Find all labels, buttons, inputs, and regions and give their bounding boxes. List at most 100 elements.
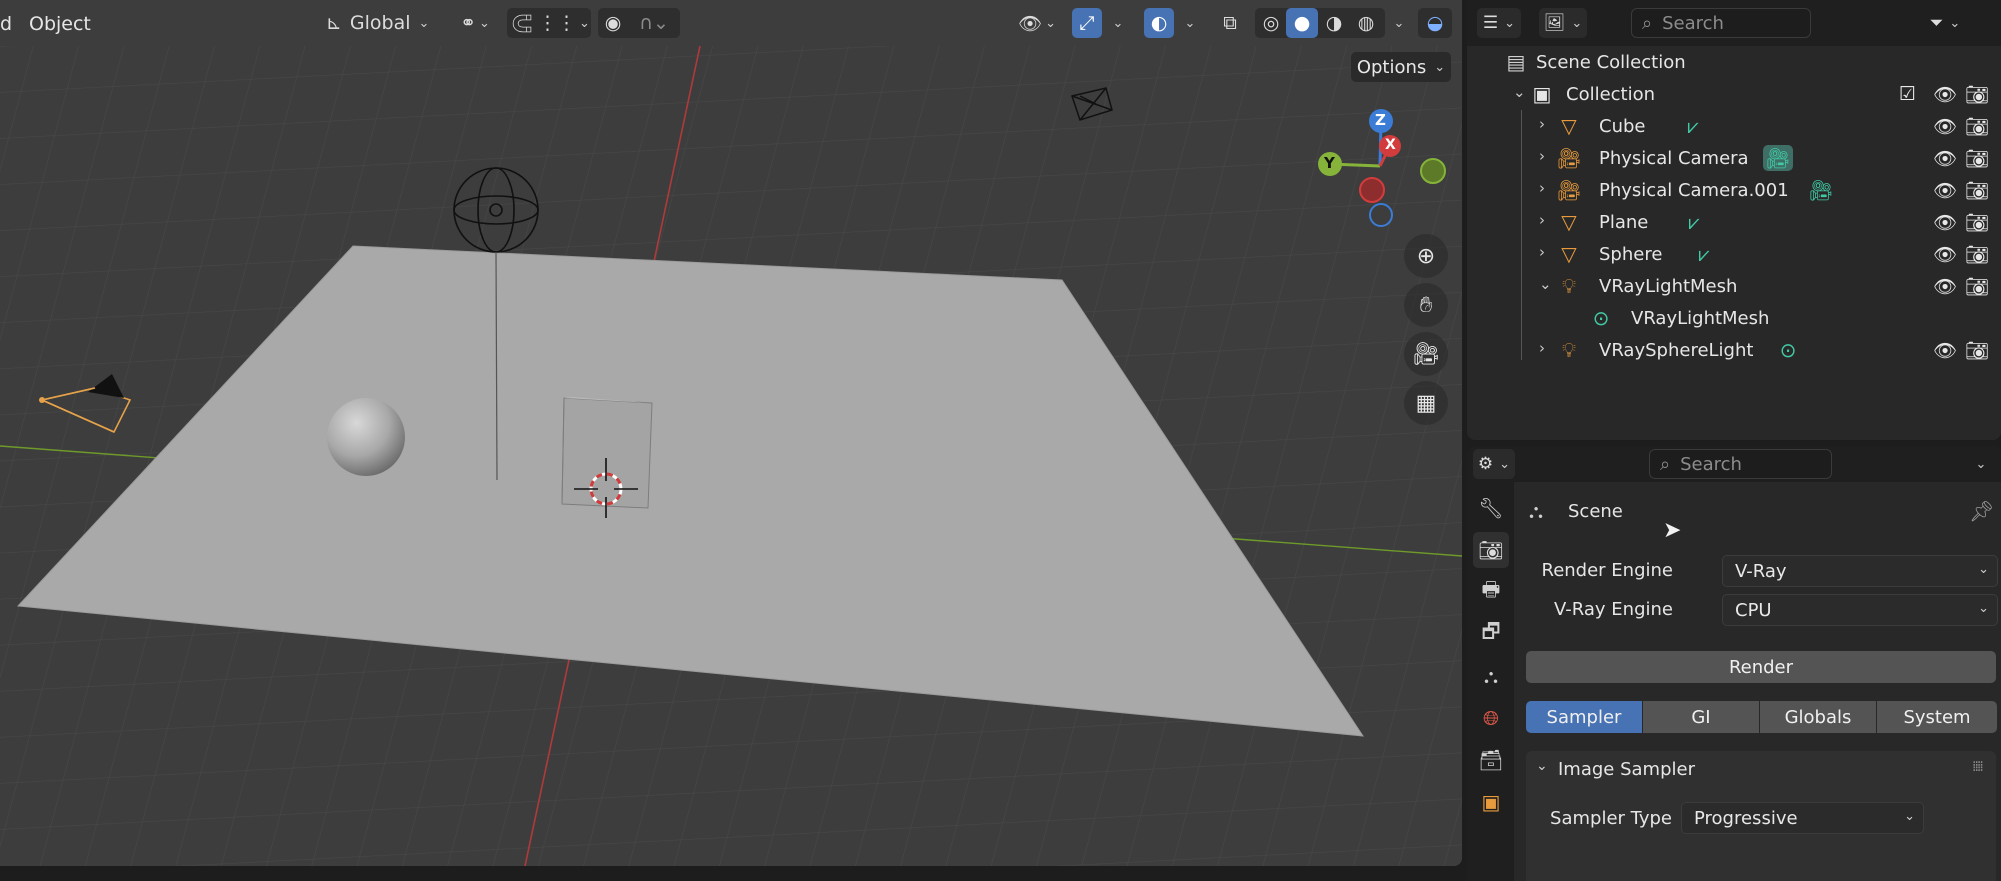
properties-options-dropdown[interactable]: ⌄ (1967, 449, 1995, 479)
chevron-down-icon[interactable]: ⌄ (1539, 275, 1552, 293)
snap-target-dropdown[interactable]: ⋮⋮ ⌄ (538, 8, 590, 38)
outliner-item-physical-camera-001[interactable]: › 🎥︎ Physical Camera.001 🎥︎ 👁︎ 📷︎ (1467, 174, 2001, 206)
sphere-object[interactable] (327, 398, 405, 476)
editor-type-dropdown[interactable]: ☰ ⌄ (1477, 8, 1521, 38)
display-mode-dropdown[interactable]: 🖼︎ ⌄ (1539, 8, 1587, 38)
light-data-icon[interactable]: ⊙ (1773, 337, 1803, 363)
chevron-right-icon[interactable]: › (1539, 115, 1545, 133)
mesh-data-icon[interactable]: ⩗ (1689, 241, 1719, 267)
xray-toggle[interactable]: ⧉ (1215, 8, 1245, 38)
eye-icon[interactable]: 👁︎ (1933, 115, 1957, 138)
transform-orientation-dropdown[interactable]: ⊾ Global ⌄ (322, 8, 440, 38)
3d-viewport[interactable]: Z Y X d Object ⊾ Global ⌄ ⚭ ⌄ 🧲︎ ⋮⋮ ⌄ ◉ ∩⌄ (0, 0, 1462, 866)
exclude-checkbox[interactable]: ☑ (1899, 83, 1916, 105)
gizmo-dropdown[interactable]: ⌄ (1104, 8, 1132, 38)
chevron-down-icon[interactable]: ⌄ (1513, 83, 1526, 101)
render-camera-icon[interactable]: 📷︎ (1965, 179, 1989, 202)
outliner-item-sphere[interactable]: › ▽ Sphere ⩗ 👁︎ 📷︎ (1467, 238, 2001, 270)
visibility-dropdown[interactable]: 👁︎ ⌄ (1012, 8, 1062, 38)
panel-title[interactable]: Image Sampler (1558, 759, 1695, 780)
tab-gi[interactable]: GI (1643, 701, 1759, 733)
chevron-down-icon[interactable]: ⌄ (1536, 758, 1548, 774)
wireframe-shading-button[interactable]: ◎ (1256, 8, 1286, 38)
pivot-point-dropdown[interactable]: ⚭ ⌄ (452, 8, 498, 38)
object-menu[interactable]: Object (29, 13, 91, 35)
render-camera-icon[interactable]: 📷︎ (1965, 275, 1989, 298)
eye-icon[interactable]: 👁︎ (1933, 83, 1957, 106)
tab-view-layer[interactable]: 🗗︎ (1473, 616, 1509, 652)
outliner-item-cube[interactable]: › ▽ Cube ⩗ 👁︎ 📷︎ (1467, 110, 2001, 142)
filter-dropdown[interactable]: ⏷ ⌄ (1919, 8, 1971, 38)
mesh-data-icon[interactable]: ⩗ (1678, 113, 1708, 139)
vray-engine-dropdown[interactable]: CPU ⌄ (1722, 594, 1998, 626)
overlays-toggle[interactable]: ◐ (1144, 8, 1174, 38)
eye-icon[interactable]: 👁︎ (1933, 179, 1957, 202)
chevron-right-icon[interactable]: › (1539, 179, 1545, 197)
proportional-editing-toggle[interactable]: ◉ (598, 8, 628, 38)
properties-search-input[interactable] (1680, 453, 1831, 475)
render-camera-icon[interactable]: 📷︎ (1965, 243, 1989, 266)
outliner-item-vraaspherelight[interactable]: › 💡︎ VRaySphereLight ⊙ 👁︎ 📷︎ (1467, 334, 2001, 366)
eye-icon[interactable]: 👁︎ (1933, 275, 1957, 298)
outliner-item-physical-camera[interactable]: › 🎥︎ Physical Camera 🎥︎ 👁︎ 📷︎ (1467, 142, 2001, 174)
tab-object[interactable]: ▣ (1473, 784, 1509, 820)
eye-icon[interactable]: 👁︎ (1933, 339, 1957, 362)
outliner-search[interactable]: ⌕ (1631, 8, 1813, 38)
tab-output[interactable]: 🖶︎ (1473, 574, 1509, 610)
viewport-scene[interactable] (0, 0, 1462, 866)
gizmo-toggle[interactable]: ⤢ (1072, 8, 1102, 38)
render-camera-icon[interactable]: 📷︎ (1965, 211, 1989, 234)
eye-icon[interactable]: 👁︎ (1933, 147, 1957, 170)
outliner-item-plane[interactable]: › ▽ Plane ⩗ 👁︎ 📷︎ (1467, 206, 2001, 238)
pin-icon[interactable]: 📌︎ (1969, 499, 1994, 523)
render-camera-icon[interactable]: 📷︎ (1965, 83, 1989, 106)
render-button[interactable]: Render (1526, 651, 1996, 683)
shading-dropdown[interactable]: ⌄ (1386, 8, 1412, 38)
scene-collection-row[interactable]: ▤ Scene Collection (1467, 46, 2001, 78)
render-camera-icon[interactable]: 📷︎ (1965, 339, 1989, 362)
tab-render[interactable]: 📷︎ (1473, 532, 1509, 568)
options-dropdown[interactable]: Options ⌄ (1351, 52, 1451, 82)
render-engine-dropdown[interactable]: V-Ray ⌄ (1722, 555, 1998, 587)
tab-sampler[interactable]: Sampler (1526, 701, 1642, 733)
snap-toggle[interactable]: 🧲︎ (507, 8, 537, 38)
tab-scene[interactable]: ⛬ (1473, 658, 1509, 694)
tab-globals[interactable]: Globals (1760, 701, 1876, 733)
tab-tool[interactable]: 🔧︎ (1473, 490, 1509, 526)
chevron-right-icon[interactable]: › (1539, 243, 1545, 261)
drag-handle-icon[interactable]: ⁞⁞⁞⁞ (1972, 759, 1984, 775)
render-camera-icon[interactable]: 📷︎ (1965, 115, 1989, 138)
tab-system[interactable]: System (1877, 701, 1997, 733)
view-menu[interactable]: d (0, 13, 12, 35)
cube-object[interactable] (561, 397, 653, 509)
vray-button[interactable]: ◒ (1418, 8, 1452, 38)
eye-icon[interactable]: 👁︎ (1933, 211, 1957, 234)
outliner-search-input[interactable] (1662, 12, 1813, 34)
chevron-right-icon[interactable]: › (1539, 339, 1545, 357)
eye-icon[interactable]: 👁︎ (1933, 243, 1957, 266)
overlays-dropdown[interactable]: ⌄ (1176, 8, 1204, 38)
collection-row[interactable]: ⌄ ▣ Collection ☑ 👁︎ 📷︎ (1467, 78, 2001, 110)
tab-collection[interactable]: 🗃︎ (1473, 742, 1509, 778)
solid-shading-button[interactable]: ● (1286, 8, 1318, 38)
camera-data-icon[interactable]: 🎥︎ (1806, 177, 1836, 203)
mesh-data-icon[interactable]: ⩗ (1679, 209, 1709, 235)
proportional-falloff-dropdown[interactable]: ∩⌄ (630, 8, 678, 38)
render-camera-icon[interactable]: 📷︎ (1965, 147, 1989, 170)
camera-data-icon[interactable]: 🎥︎ (1763, 145, 1793, 171)
material-shading-button[interactable]: ◑ (1318, 8, 1350, 38)
outliner-item-vraylightmesh[interactable]: ⌄ 💡︎ VRayLightMesh 👁︎ 📷︎ (1467, 270, 2001, 302)
outliner-item-vraylightmesh-data[interactable]: ⊙ VRayLightMesh (1467, 302, 2001, 334)
sampler-type-dropdown[interactable]: Progressive ⌄ (1681, 802, 1924, 834)
properties-search[interactable]: ⌕ (1649, 449, 1832, 479)
perspective-toggle-button[interactable]: ▦ (1404, 381, 1448, 425)
pan-button[interactable]: ✋︎ (1404, 283, 1448, 327)
chevron-right-icon[interactable]: › (1539, 147, 1545, 165)
chevron-right-icon[interactable]: › (1539, 211, 1545, 229)
image-stack-icon: 🗗︎ (1481, 619, 1501, 643)
zoom-button[interactable]: ⊕ (1404, 234, 1448, 278)
editor-type-dropdown[interactable]: ⚙︎ ⌄ (1473, 449, 1515, 479)
camera-view-button[interactable]: 🎥︎ (1404, 332, 1448, 376)
tab-world[interactable]: 🌐︎ (1473, 700, 1509, 736)
rendered-shading-button[interactable]: ◍ (1350, 8, 1382, 38)
